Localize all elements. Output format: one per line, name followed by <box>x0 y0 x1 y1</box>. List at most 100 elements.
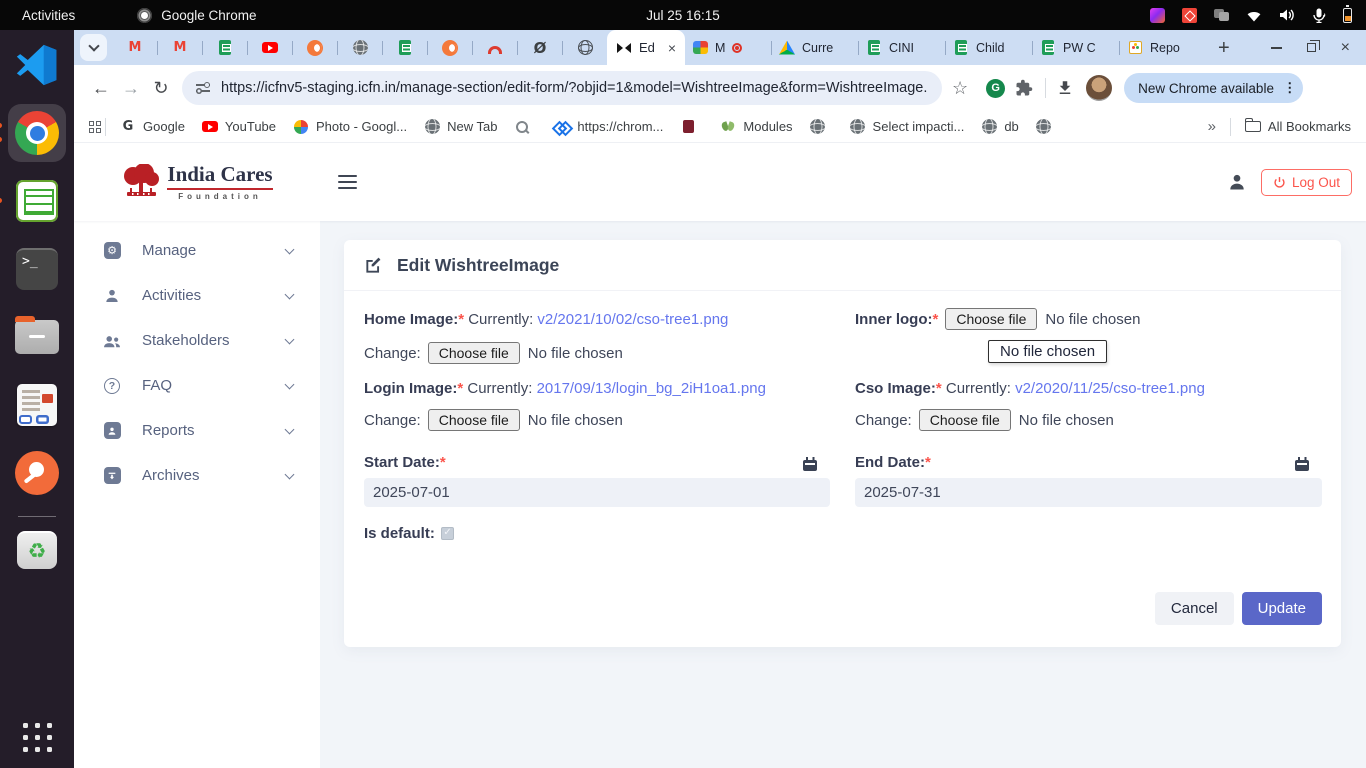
calendar-icon[interactable] <box>803 457 817 471</box>
brand-logo[interactable]: India Cares Foundation <box>121 164 272 201</box>
dock-postman[interactable] <box>8 444 66 502</box>
cancel-button[interactable]: Cancel <box>1155 592 1234 625</box>
window-close-icon[interactable]: × <box>1341 40 1350 56</box>
dock-chrome[interactable] <box>8 104 66 162</box>
update-button[interactable]: Update <box>1242 592 1322 625</box>
show-applications-button[interactable] <box>23 723 52 752</box>
tab-search-button[interactable] <box>80 34 107 61</box>
pinned-tab-sheets-1[interactable] <box>203 30 247 65</box>
forward-button[interactable]: → <box>116 71 146 105</box>
pinned-tab-globe[interactable] <box>338 30 382 65</box>
bookmark-select-impact[interactable]: Select impacti... <box>850 119 965 135</box>
home-image-choose-file-button[interactable]: Choose file <box>428 342 520 364</box>
bookmark-new-tab[interactable]: New Tab <box>424 119 497 135</box>
cso-image-link[interactable]: v2/2020/11/25/cso-tree1.png <box>1015 380 1205 397</box>
user-icon[interactable] <box>1227 172 1247 192</box>
sidebar-item-faq[interactable]: ? FAQ <box>74 363 320 408</box>
workspace-cube-icon[interactable] <box>1150 8 1165 23</box>
pinned-tab-youtube[interactable] <box>248 30 292 65</box>
dock-libreoffice-calc[interactable] <box>8 172 66 230</box>
home-image-link[interactable]: v2/2021/10/02/cso-tree1.png <box>537 311 728 328</box>
start-date-input[interactable] <box>364 478 830 507</box>
minimize-icon[interactable] <box>1271 47 1282 49</box>
cso-image-choose-file-button[interactable]: Choose file <box>919 409 1011 431</box>
update-chip-label: New Chrome available <box>1138 81 1274 96</box>
chat-icon[interactable] <box>1214 9 1229 21</box>
pinned-tab-null[interactable]: Ø <box>518 30 562 65</box>
pinned-tab-red-arc[interactable] <box>473 30 517 65</box>
dock-libreoffice-impress[interactable] <box>8 376 66 434</box>
pinned-tab-sheets-2[interactable] <box>383 30 427 65</box>
sidebar-item-activities[interactable]: Activities <box>74 273 320 318</box>
bookmark-youtube[interactable]: YouTube <box>202 119 276 135</box>
bookmarks-overflow-button[interactable]: » <box>1208 118 1216 135</box>
sidebar-item-reports[interactable]: Reports <box>74 408 320 453</box>
bookmark-globe-2[interactable] <box>1036 119 1059 135</box>
dock-vscode[interactable] <box>8 36 66 94</box>
pinned-tab-orange-2[interactable] <box>428 30 472 65</box>
tab-title: M <box>715 41 725 55</box>
gear-icon: ⚙ <box>104 242 121 259</box>
tab-sheet-child[interactable]: Child <box>946 30 1032 65</box>
new-tab-button[interactable]: + <box>1218 38 1230 58</box>
login-image-choose-file-button[interactable]: Choose file <box>428 409 520 431</box>
running-dot <box>0 123 2 128</box>
pinned-tab-gmail-2[interactable]: M <box>158 30 202 65</box>
volume-icon[interactable] <box>1279 8 1295 22</box>
active-tab[interactable]: Ed × <box>607 30 685 65</box>
tab-drive[interactable]: Curre <box>772 30 858 65</box>
downloads-button[interactable] <box>1056 79 1074 97</box>
bookmark-google[interactable]: GGoogle <box>120 119 185 135</box>
bookmark-modules[interactable]: Modules <box>720 119 792 135</box>
sidebar-toggle-button[interactable] <box>338 175 357 190</box>
focused-app-indicator[interactable]: Google Chrome <box>137 8 256 23</box>
bookmark-chrome-link[interactable]: https://chrom... <box>554 119 663 135</box>
bookmark-globe-1[interactable] <box>810 119 833 135</box>
sidebar-item-archives[interactable]: Archives <box>74 453 320 498</box>
microphone-icon[interactable] <box>1312 8 1326 23</box>
end-date-input[interactable] <box>855 478 1322 507</box>
pinned-tab-sphere[interactable] <box>563 30 607 65</box>
inner-logo-choose-file-button[interactable]: Choose file <box>945 308 1037 330</box>
tab-sheet-cini[interactable]: CINI <box>859 30 945 65</box>
restore-icon[interactable] <box>1307 43 1316 52</box>
all-bookmarks-button[interactable]: All Bookmarks <box>1245 119 1351 135</box>
sidebar-item-stakeholders[interactable]: Stakeholders <box>74 318 320 363</box>
close-tab-icon[interactable]: × <box>668 41 676 55</box>
wifi-icon[interactable] <box>1246 9 1262 22</box>
address-bar[interactable]: https://icfnv5-staging.icfn.in/manage-se… <box>182 71 942 105</box>
bookmark-stamp[interactable] <box>680 119 703 135</box>
change-label: Change: <box>364 345 421 362</box>
activities-button[interactable]: Activities <box>22 8 75 23</box>
dock-files[interactable] <box>8 308 66 366</box>
sidebar-item-manage[interactable]: ⚙ Manage <box>74 228 320 273</box>
back-button[interactable]: ← <box>86 71 116 105</box>
bookmark-star-icon[interactable]: ☆ <box>952 78 968 99</box>
tab-meet[interactable]: M <box>685 30 771 65</box>
dock-terminal[interactable]: >_ <box>8 240 66 298</box>
bookmark-search[interactable] <box>514 119 537 135</box>
youtube-icon <box>262 42 278 53</box>
apps-grid-icon[interactable] <box>89 121 101 133</box>
reload-button[interactable]: ↻ <box>146 71 176 105</box>
dock-trash[interactable]: ♻ <box>12 527 62 573</box>
tab-repo[interactable]: Repo <box>1120 30 1206 65</box>
is-default-checkbox[interactable] <box>441 527 454 540</box>
login-image-link[interactable]: 2017/09/13/login_bg_2iH1oa1.png <box>537 380 766 397</box>
bookmark-photos[interactable]: Photo - Googl... <box>293 119 407 135</box>
grammarly-icon[interactable]: G <box>986 79 1005 98</box>
site-settings-icon[interactable] <box>196 82 210 94</box>
logout-button[interactable]: Log Out <box>1261 169 1352 196</box>
pinned-tab-orange-1[interactable] <box>293 30 337 65</box>
tab-sheet-pw[interactable]: PW C <box>1033 30 1119 65</box>
calendar-icon[interactable] <box>1295 457 1309 471</box>
extensions-button[interactable] <box>1015 79 1033 97</box>
anydesk-icon[interactable] <box>1182 8 1197 23</box>
bookmark-db[interactable]: db <box>981 119 1018 135</box>
battery-icon[interactable] <box>1343 8 1352 23</box>
no-file-chosen-text: No file chosen <box>528 345 623 362</box>
pinned-tab-gmail-1[interactable]: M <box>113 30 157 65</box>
profile-avatar[interactable] <box>1086 75 1112 101</box>
update-chrome-chip[interactable]: New Chrome available ⋮ <box>1124 73 1303 103</box>
menu-kebab-icon[interactable]: ⋮ <box>1283 80 1297 96</box>
